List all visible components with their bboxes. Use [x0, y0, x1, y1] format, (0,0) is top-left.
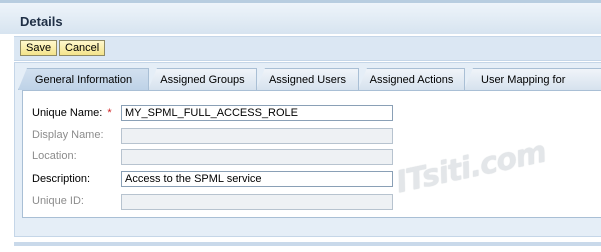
description-label: Description: — [32, 173, 91, 185]
tab-user-mapping[interactable]: User Mapping for System — [464, 68, 601, 90]
display-name-field — [121, 128, 393, 144]
tab-label: General Information — [34, 74, 133, 86]
tab-strip: General Information Assigned Groups Assi… — [18, 68, 601, 90]
unique-id-field — [121, 194, 393, 210]
required-marker: * — [107, 107, 112, 119]
page-title: Details — [20, 14, 63, 29]
cancel-button[interactable]: Cancel — [59, 40, 106, 56]
tab-label: Assigned Actions — [369, 74, 454, 86]
bottom-divider — [14, 242, 601, 246]
details-header: Details — [0, 0, 601, 34]
unique-name-label: Unique Name: * — [32, 105, 112, 121]
tab-label: Assigned Groups — [160, 74, 245, 86]
description-field[interactable] — [121, 171, 393, 187]
unique-name-label-text: Unique Name: — [32, 107, 103, 119]
display-name-label: Display Name: — [32, 129, 104, 141]
save-button[interactable]: Save — [20, 40, 58, 56]
tab-assigned-actions[interactable]: Assigned Actions — [358, 68, 465, 90]
location-label: Location: — [32, 150, 77, 162]
tab-general-information[interactable]: General Information — [18, 68, 149, 90]
tab-assigned-users[interactable]: Assigned Users — [256, 68, 359, 90]
tab-label: Assigned Users — [268, 74, 347, 86]
tab-label: User Mapping for System — [481, 74, 566, 86]
location-field — [121, 149, 393, 165]
tab-assigned-groups[interactable]: Assigned Groups — [148, 68, 257, 90]
unique-id-label: Unique ID: — [32, 195, 84, 207]
toolbar: Save Cancel — [14, 36, 601, 61]
unique-name-field[interactable] — [121, 105, 393, 121]
